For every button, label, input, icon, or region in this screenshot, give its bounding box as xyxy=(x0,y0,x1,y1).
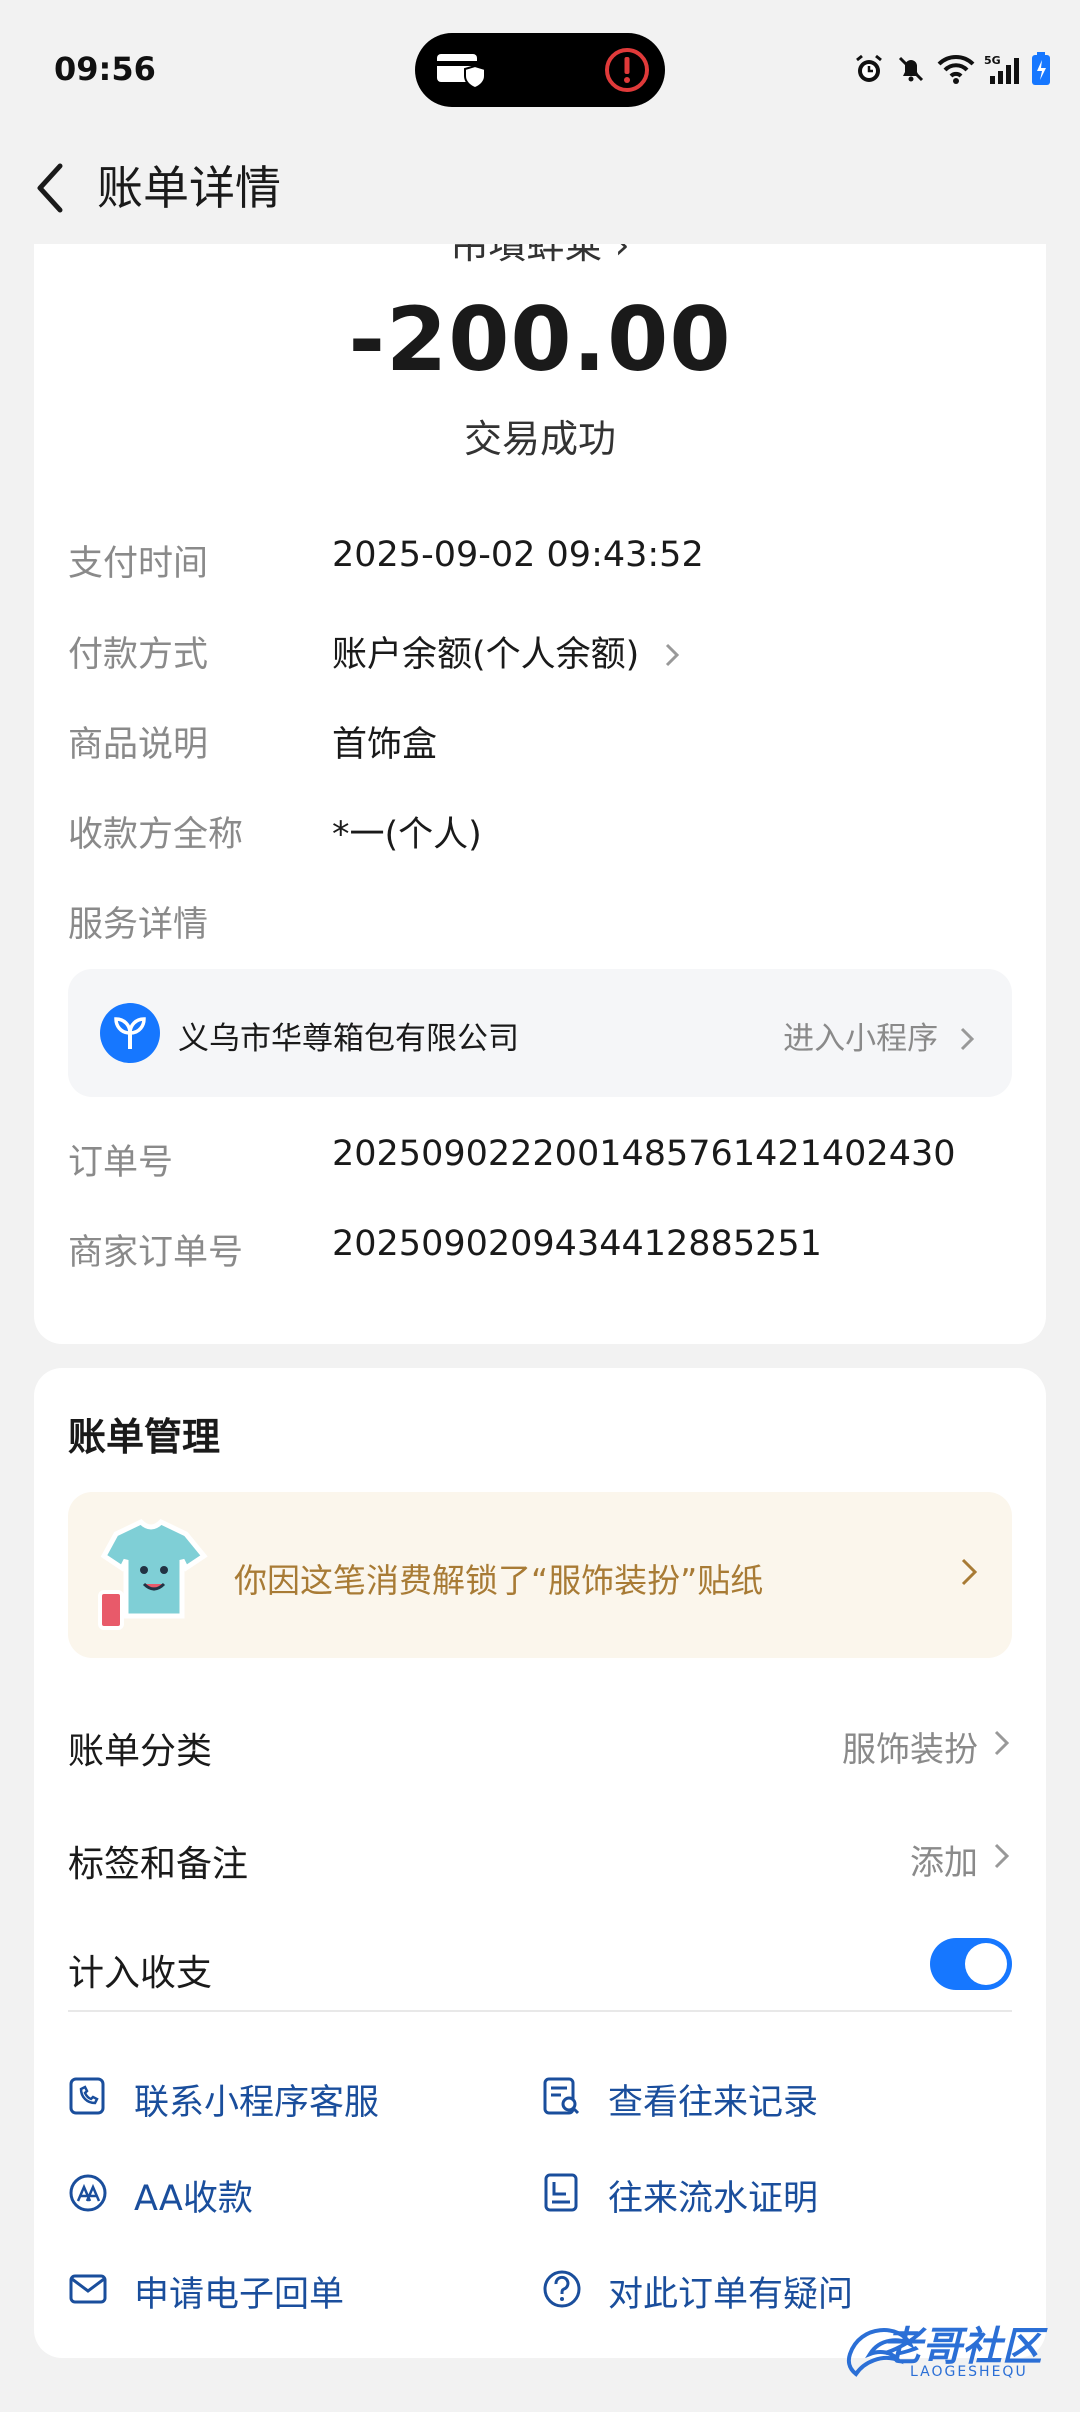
detail-row-pay-method[interactable]: 付款方式 账户余额(个人余额) xyxy=(68,618,1012,678)
detail-row-order-no: 订单号 2025090222001485761421402430 xyxy=(68,1126,1012,1186)
detail-value: 首饰盒 xyxy=(332,725,438,765)
action-label: 联系小程序客服 xyxy=(134,2083,380,2123)
sprout-icon xyxy=(114,1017,146,1049)
mail-icon xyxy=(69,2274,107,2304)
chevron-right-icon xyxy=(994,1730,1010,1756)
statement-proof-button[interactable]: 往来流水证明 xyxy=(542,2158,962,2228)
tshirt-sticker-icon xyxy=(98,1518,208,1630)
detail-row-payee: 收款方全称 *一(个人) xyxy=(68,798,1012,858)
action-label: 申请电子回单 xyxy=(134,2275,345,2315)
chevron-right-icon xyxy=(994,1843,1010,1869)
tags-notes-row[interactable]: 标签和备注 添加 xyxy=(68,1821,1012,1891)
chevron-right-icon xyxy=(666,643,680,667)
detail-value: 账户余额(个人余额) xyxy=(332,626,684,677)
detail-label: 付款方式 xyxy=(68,635,209,675)
sticker-text: 你因这笔消费解锁了“服饰装扮”贴纸 xyxy=(234,1561,764,1600)
bill-category-value: 服饰装扮 xyxy=(842,1730,978,1770)
tags-notes-value: 添加 xyxy=(910,1843,978,1883)
signal-5g-icon: 5G xyxy=(984,54,1019,84)
status-bar: 09:56 5G xyxy=(0,0,1080,140)
alert-icon xyxy=(605,48,649,92)
detail-label: 支付时间 xyxy=(68,544,209,584)
detail-label: 订单号 xyxy=(68,1143,174,1183)
question-icon xyxy=(543,2270,581,2308)
merchant-name[interactable]: 吊墳蚌乗 › xyxy=(34,244,1046,269)
chevron-right-icon xyxy=(961,1558,978,1586)
status-icons: 5G xyxy=(852,52,1052,86)
toggle-knob xyxy=(965,1943,1007,1985)
detail-label: 商家订单号 xyxy=(68,1233,244,1273)
chevron-right-icon xyxy=(960,1027,975,1051)
service-name: 义乌市华尊箱包有限公司 xyxy=(178,1021,519,1057)
detail-value: 2025090222001485761421402430 xyxy=(332,1134,956,1174)
phone-chat-icon xyxy=(69,2077,105,2115)
detail-label: 商品说明 xyxy=(68,725,209,765)
bill-category-row[interactable]: 账单分类 服饰装扮 xyxy=(68,1708,1012,1778)
watermark-logo: 老哥社区 LAOGESHEQU xyxy=(840,2310,1070,2390)
e-receipt-button[interactable]: 申请电子回单 xyxy=(68,2254,488,2324)
detail-value: *一(个人) xyxy=(332,815,482,855)
section-title: 账单管理 xyxy=(68,1415,221,1459)
svg-text:5G: 5G xyxy=(984,54,1001,67)
record-search-icon xyxy=(543,2077,580,2115)
trade-status: 交易成功 xyxy=(463,417,616,461)
detail-value: 20250902094344128852​51 xyxy=(332,1224,822,1264)
tags-notes-label: 标签和备注 xyxy=(68,1844,249,1885)
statement-icon xyxy=(544,2173,578,2212)
action-label: 对此订单有疑问 xyxy=(608,2275,854,2315)
detail-label: 服务详情 xyxy=(68,905,209,945)
count-toggle[interactable] xyxy=(930,1938,1012,1990)
detail-row-product: 商品说明 首饰盒 xyxy=(68,708,1012,768)
sticker-banner[interactable]: 你因这笔消费解锁了“服饰装扮”贴纸 xyxy=(68,1492,1012,1658)
detail-value: 2025-09-02 09:43:52 xyxy=(332,535,704,575)
battery-charging-icon xyxy=(1032,52,1050,85)
bill-category-label: 账单分类 xyxy=(68,1731,213,1772)
amount: -200.00 xyxy=(348,288,732,391)
action-label: 往来流水证明 xyxy=(608,2179,819,2219)
back-arrow-icon[interactable] xyxy=(28,158,78,218)
count-income-expense-row: 计入收支 xyxy=(68,1930,1012,2000)
action-label: 查看往来记录 xyxy=(608,2083,819,2123)
bill-management-card: 账单管理 你因这笔消费解锁了“服饰装扮”贴纸 账单分类 服饰装扮 标签和备注 添… xyxy=(34,1368,1046,2358)
dynamic-island xyxy=(415,33,665,107)
aa-collect-button[interactable]: AA收款 xyxy=(68,2158,488,2228)
detail-label: 收款方全称 xyxy=(68,815,244,855)
enter-mini-program-link[interactable]: 进入小程序 xyxy=(783,1013,978,1058)
count-label: 计入收支 xyxy=(68,1953,213,1994)
transaction-card: 吊墳蚌乗 › -200.00 交易成功 支付时间 2025-09-02 09:4… xyxy=(34,244,1046,1344)
watermark-subtext: LAOGESHEQU xyxy=(910,2364,1028,2380)
status-time: 09:56 xyxy=(54,50,156,88)
view-history-button[interactable]: 查看往来记录 xyxy=(542,2062,962,2132)
wifi-icon xyxy=(937,54,975,84)
card-shield-icon xyxy=(437,54,485,89)
page-title: 账单详情 xyxy=(97,161,281,215)
detail-row-merchant-order-no: 商家订单号 20250902094344128852​51 xyxy=(68,1216,1012,1276)
detail-row-pay-time: 支付时间 2025-09-02 09:43:52 xyxy=(68,527,1012,587)
service-mini-program[interactable]: 义乌市华尊箱包有限公司 进入小程序 xyxy=(68,969,1012,1097)
mute-bell-icon xyxy=(898,56,924,82)
contact-service-button[interactable]: 联系小程序客服 xyxy=(68,2062,488,2132)
aa-icon xyxy=(69,2174,107,2212)
nav-bar: 账单详情 xyxy=(0,140,1080,240)
detail-row-service: 服务详情 xyxy=(68,888,1012,948)
divider xyxy=(68,2010,1012,2012)
action-label: AA收款 xyxy=(134,2179,253,2219)
mini-program-logo xyxy=(100,1003,160,1063)
alarm-icon xyxy=(856,54,882,82)
